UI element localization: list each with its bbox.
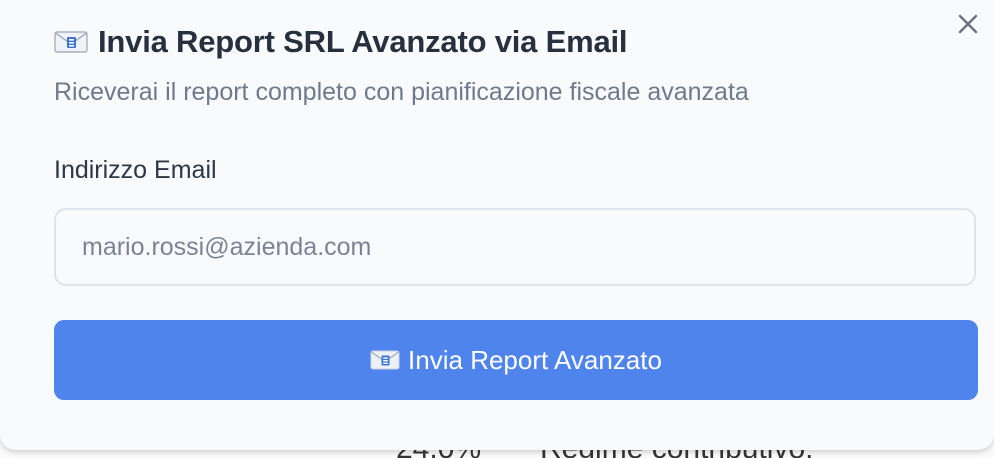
modal-subtitle: Riceverai il report completo con pianifi…: [54, 78, 749, 106]
envelope-icon: [54, 30, 88, 54]
modal-header: Invia Report SRL Avanzato via Email: [54, 24, 628, 60]
email-report-modal: Invia Report SRL Avanzato via Email Rice…: [0, 0, 994, 450]
envelope-icon: [370, 349, 400, 371]
email-field-label: Indirizzo Email: [54, 156, 217, 184]
send-report-button[interactable]: Invia Report Avanzato: [54, 320, 978, 400]
send-report-button-label: Invia Report Avanzato: [408, 344, 662, 375]
modal-title: Invia Report SRL Avanzato via Email: [98, 24, 628, 59]
close-button[interactable]: [952, 8, 984, 40]
close-icon: [958, 14, 978, 34]
email-field[interactable]: [54, 208, 976, 286]
